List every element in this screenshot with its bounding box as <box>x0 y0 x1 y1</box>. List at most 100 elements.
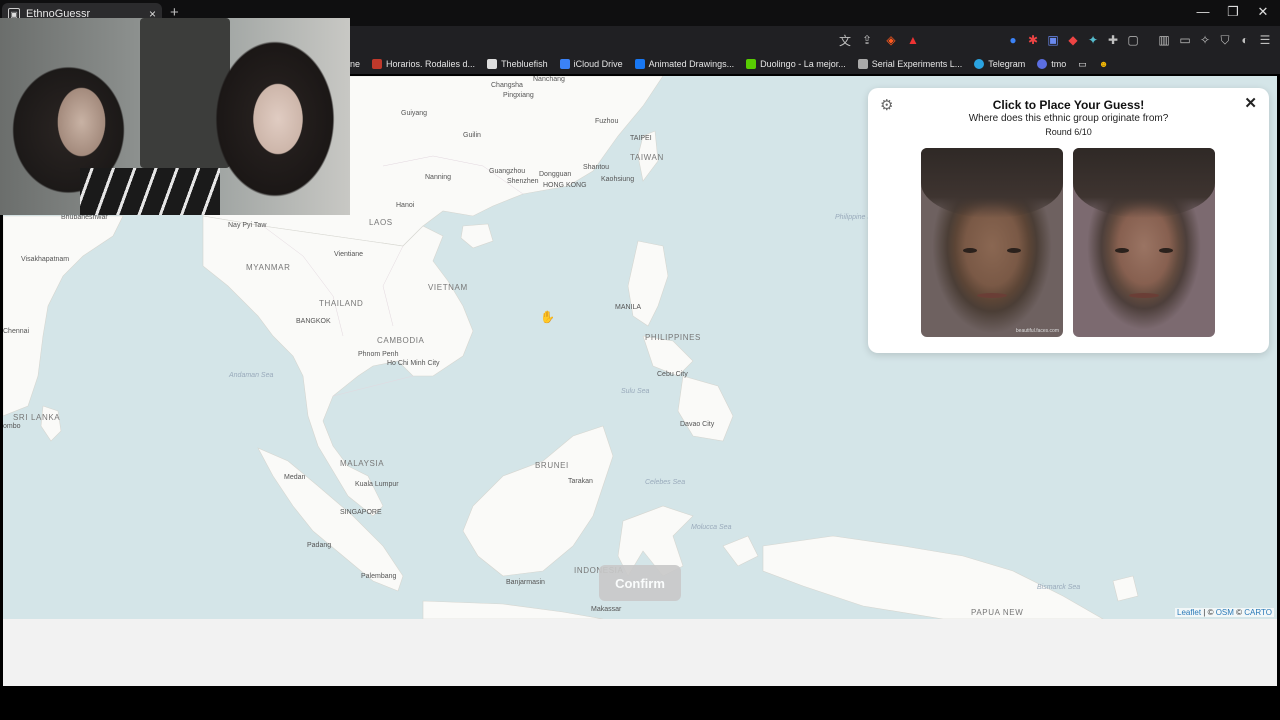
map-label: LAOS <box>369 218 393 227</box>
map-attribution: Leaflet | © OSM © CARTO <box>1175 608 1274 617</box>
map-label: SRI LANKA <box>13 413 61 422</box>
map-label: Shantou <box>583 164 610 171</box>
emoji-bookmark-icon[interactable]: ☻ <box>1099 59 1108 69</box>
map-label: Fuzhou <box>595 118 619 125</box>
extensions-puzzle-icon[interactable]: ✚ <box>1104 31 1122 49</box>
maximize-button[interactable]: ❐ <box>1218 4 1248 20</box>
wallet-icon[interactable]: ▭ <box>1176 31 1194 49</box>
sidebar-icon[interactable]: ▥ <box>1155 31 1173 49</box>
map-label: Nay Pyi Taw <box>228 222 267 229</box>
map-label: Palembang <box>361 573 397 580</box>
map-label: BANGKOK <box>296 318 331 325</box>
rewards-icon[interactable]: ▲ <box>904 31 922 49</box>
extension-icon[interactable]: ▣ <box>1044 31 1062 49</box>
map-label: Makassar <box>591 606 622 613</box>
bookmark-item[interactable]: tmo <box>1037 59 1066 69</box>
bookmark-item[interactable]: Serial Experiments L... <box>857 59 962 69</box>
bookmark-item[interactable]: ne <box>350 59 360 69</box>
sync-icon[interactable]: ◐ <box>1236 31 1254 49</box>
map-label: Nanning <box>425 174 452 181</box>
striped-jacket <box>80 168 220 215</box>
map-label: CAMBODIA <box>377 336 425 345</box>
bookmark-item[interactable]: Thebluefish <box>487 59 548 69</box>
bookmark-icon <box>974 59 985 69</box>
share-icon[interactable]: ⇪ <box>858 31 876 49</box>
eye <box>1159 248 1173 253</box>
map-label: PHILIPPINES <box>645 333 701 342</box>
map-label: TAIWAN <box>630 153 664 162</box>
translate-icon[interactable]: 文 <box>836 31 854 49</box>
leo-ai-icon[interactable]: ✧ <box>1196 31 1214 49</box>
map-label: Visakhapatnam <box>21 256 70 263</box>
map-label: Padang <box>307 542 332 549</box>
hand-cursor-icon: ✋ <box>540 310 555 324</box>
map-label: MALAYSIA <box>340 459 385 468</box>
map-label: Banjarmasin <box>506 579 545 586</box>
round-counter: Round 6/10 <box>1045 127 1092 137</box>
map-label: ombo <box>3 423 21 430</box>
bookmarks-folder-icon[interactable]: ▭ <box>1078 59 1087 70</box>
mouth <box>977 293 1007 298</box>
eye <box>1007 248 1021 253</box>
map-label: Celebes Sea <box>645 479 686 486</box>
bookmark-item[interactable]: Animated Drawings... <box>634 59 734 69</box>
panel-question: Where does this ethnic group originate f… <box>968 113 1169 124</box>
map-label: MYANMAR <box>246 263 291 272</box>
map-label: Phnom Penh <box>358 351 399 358</box>
bookmark-icon <box>746 59 757 69</box>
map-label: Medan <box>284 474 306 481</box>
map-label: Vientiane <box>334 251 364 258</box>
eye <box>1115 248 1129 253</box>
mouth <box>1129 293 1159 298</box>
attribution-text: © <box>1233 608 1245 617</box>
person-right <box>200 38 350 215</box>
bookmark-icon <box>559 59 570 69</box>
hair <box>1073 148 1215 218</box>
osm-link[interactable]: OSM <box>1216 608 1234 617</box>
extension-icon[interactable]: ◆ <box>1064 31 1082 49</box>
map-label: MANILA <box>615 304 642 311</box>
female-face-image <box>1073 148 1215 337</box>
map-label: Tarakan <box>568 478 593 485</box>
map-label: HONG KONG <box>543 182 587 189</box>
map-label: Chennai <box>3 328 30 335</box>
map-label: Nanchang <box>533 76 565 83</box>
map-label: Bhubaneshwar <box>61 214 108 221</box>
webcam-overlay <box>0 18 350 215</box>
eye <box>963 248 977 253</box>
map-label: Shenzhen <box>507 178 539 185</box>
map-label: BRUNEI <box>535 461 569 470</box>
extension-icon[interactable]: ✱ <box>1024 31 1042 49</box>
guess-panel: ⚙ ✕ Click to Place Your Guess! Where doe… <box>868 88 1269 353</box>
map-label: Kuala Lumpur <box>355 481 399 488</box>
menu-icon[interactable]: ☰ <box>1256 31 1274 49</box>
map-label: SINGAPORE <box>340 509 382 516</box>
map-label: Pingxiang <box>503 92 534 99</box>
map-label: Bismarck Sea <box>1037 584 1081 591</box>
map-label: Davao City <box>680 421 715 428</box>
bookmark-icon <box>857 59 868 69</box>
map-label: Guangzhou <box>489 168 526 175</box>
close-window-button[interactable]: ✕ <box>1248 4 1278 20</box>
bookmark-item[interactable]: Telegram <box>974 59 1025 69</box>
map-label: Kaohsiung <box>601 176 635 183</box>
leaflet-link[interactable]: Leaflet <box>1177 608 1201 617</box>
screenshot-icon[interactable]: ▢ <box>1124 31 1142 49</box>
map-label: Guilin <box>463 132 481 139</box>
bookmark-item[interactable]: Duolingo - La mejor... <box>746 59 846 69</box>
vpn-icon[interactable]: ⛉ <box>1216 31 1234 49</box>
image-watermark: beautiful.faces.com <box>1015 328 1059 334</box>
brave-shield-icon[interactable]: ◈ <box>882 31 900 49</box>
bookmark-icon <box>372 59 383 69</box>
map-label: Dongguan <box>539 171 572 178</box>
minimize-button[interactable]: — <box>1188 4 1218 19</box>
bookmark-item[interactable]: Horarios. Rodalies d... <box>372 59 475 69</box>
map-label: Guiyang <box>401 110 428 117</box>
bookmark-icon <box>487 59 498 69</box>
extension-icon[interactable]: ● <box>1004 31 1022 49</box>
extension-icon[interactable]: ✦ <box>1084 31 1102 49</box>
carto-link[interactable]: CARTO <box>1244 608 1272 617</box>
map-label: THAILAND <box>319 299 364 308</box>
confirm-button[interactable]: Confirm <box>599 565 681 601</box>
bookmark-item[interactable]: iCloud Drive <box>559 59 623 69</box>
